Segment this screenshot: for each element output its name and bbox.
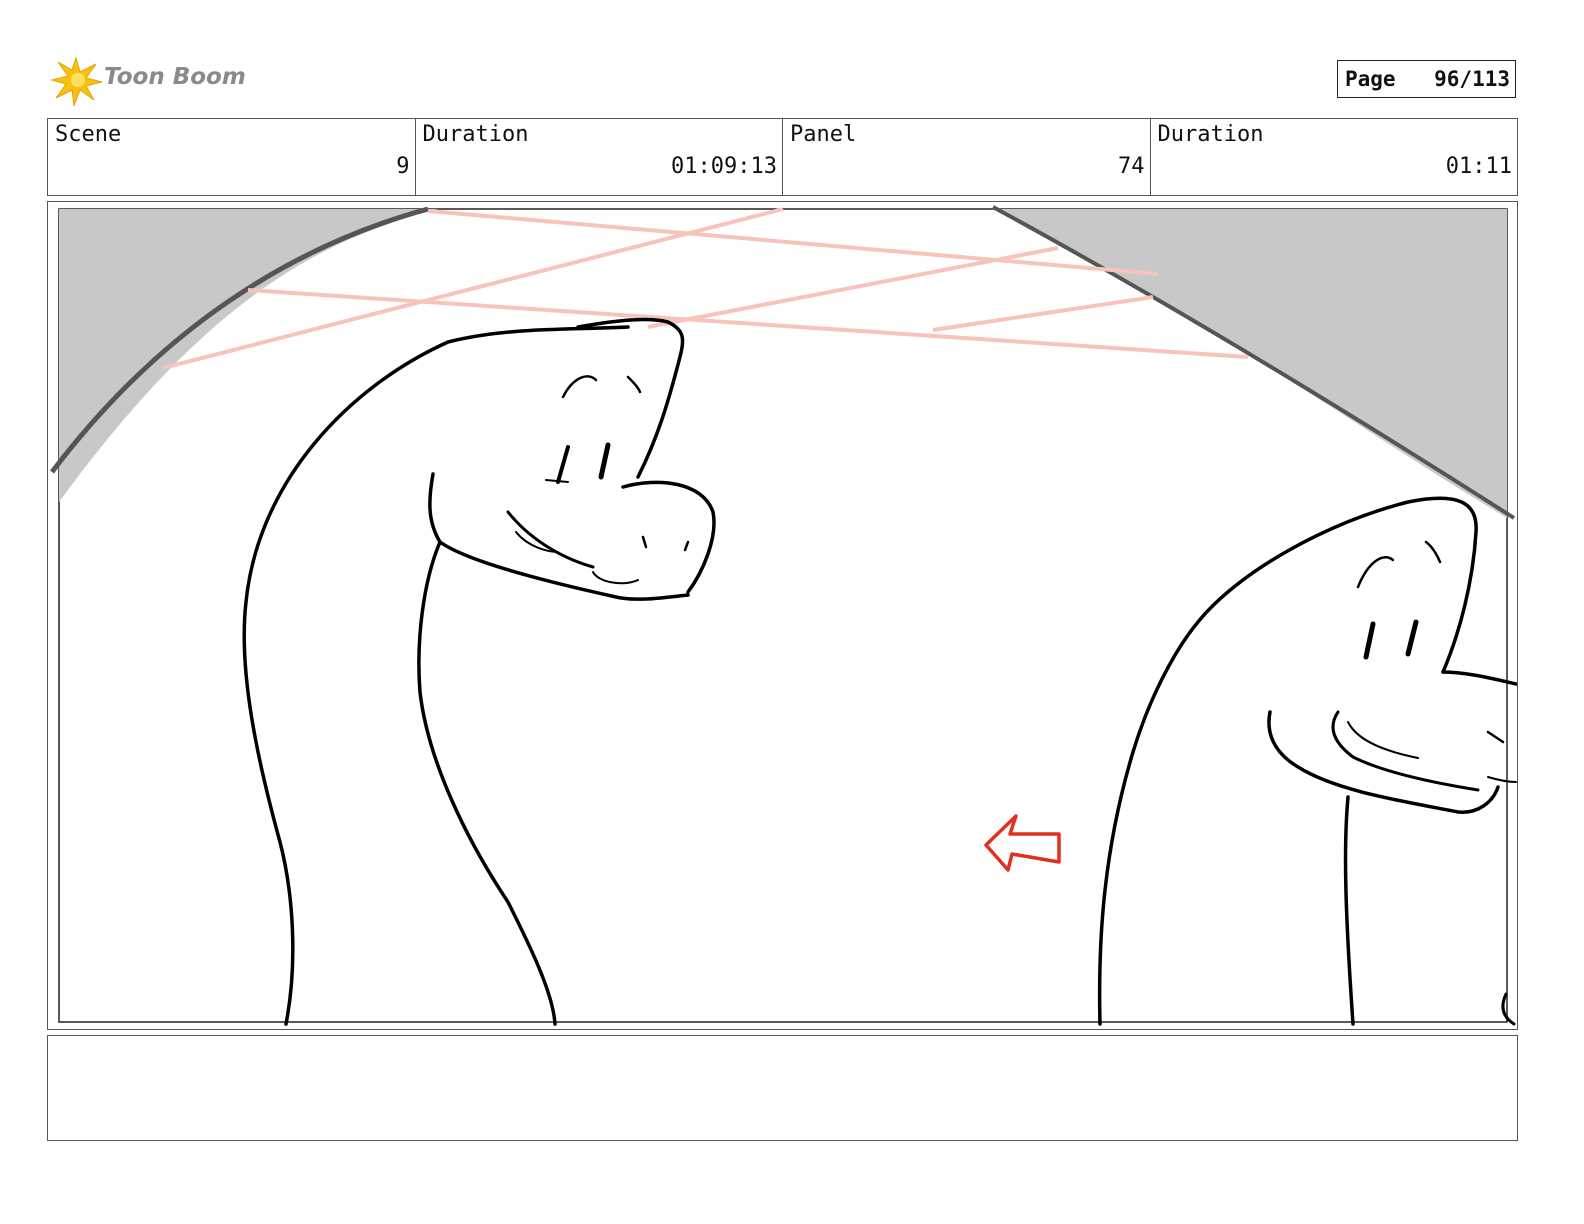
scene-duration-cell: Duration 01:09:13 bbox=[416, 119, 783, 195]
page-indicator: Page 96/113 bbox=[1337, 60, 1516, 98]
storyboard-frame bbox=[47, 201, 1518, 1030]
page-label: Page bbox=[1345, 67, 1396, 91]
scene-cell: Scene 9 bbox=[48, 119, 416, 195]
panel-value: 74 bbox=[1118, 154, 1145, 179]
panel-duration-cell: Duration 01:11 bbox=[1151, 119, 1518, 195]
panel-duration-value: 01:11 bbox=[1445, 154, 1512, 179]
page-number: 96/113 bbox=[1434, 67, 1510, 91]
logo-text: Toon Boom bbox=[104, 64, 246, 90]
panel-cell: Panel 74 bbox=[783, 119, 1151, 195]
panel-info-table: Scene 9 Duration 01:09:13 Panel 74 Durat… bbox=[47, 118, 1518, 196]
scene-label: Scene bbox=[55, 122, 122, 147]
panel-notes bbox=[47, 1035, 1518, 1141]
storyboard-drawing bbox=[50, 205, 1517, 1026]
toon-boom-logo: Toon Boom bbox=[50, 52, 250, 108]
panel-duration-label: Duration bbox=[1157, 122, 1264, 147]
scene-duration-label: Duration bbox=[422, 122, 529, 147]
panel-label: Panel bbox=[790, 122, 857, 147]
scene-duration-value: 01:09:13 bbox=[671, 154, 777, 179]
scene-value: 9 bbox=[396, 154, 410, 179]
logo-burst-icon bbox=[50, 56, 103, 107]
